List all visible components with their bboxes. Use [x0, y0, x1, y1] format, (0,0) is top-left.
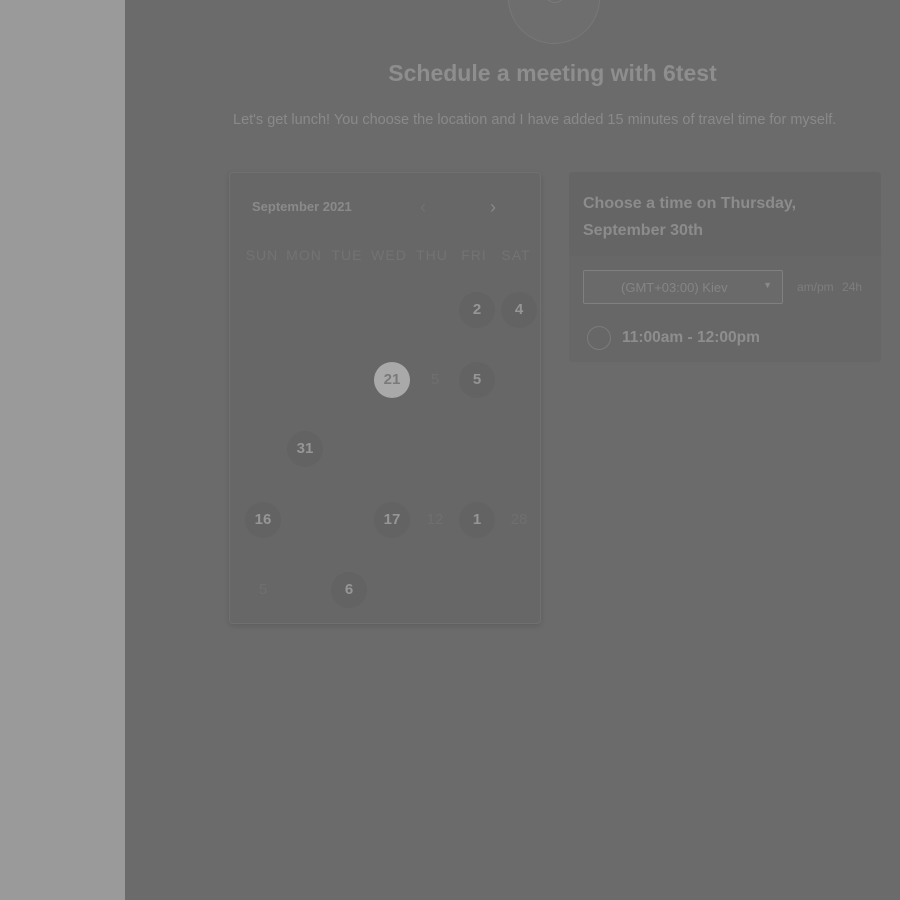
- day-button[interactable]: 16: [245, 502, 281, 538]
- month-label: September 2021: [252, 199, 352, 214]
- timezone-value: (GMT+03:00) Kiev: [621, 280, 728, 295]
- day-button[interactable]: 1: [459, 502, 495, 538]
- time-slot[interactable]: 11:00am - 12:00pm: [585, 326, 875, 352]
- day-cell: 5: [430, 371, 440, 388]
- day-button[interactable]: 31: [287, 431, 323, 467]
- times-header: Choose a time on Thursday, September 30t…: [569, 172, 881, 256]
- timezone-select[interactable]: (GMT+03:00) Kiev ▼: [583, 270, 783, 304]
- time-slot-label: 11:00am - 12:00pm: [622, 329, 760, 346]
- weekday-sat: SAT: [501, 247, 531, 263]
- weekday-header: SUN MON TUE WED THU FRI SAT: [240, 247, 540, 267]
- day-button[interactable]: 2: [459, 292, 495, 328]
- day-button[interactable]: 6: [331, 572, 367, 608]
- day-cell: 28: [510, 511, 528, 528]
- day-button[interactable]: 4: [501, 292, 537, 328]
- calendar-card: September 2021 ‹ › SUN MON TUE WED THU F…: [229, 172, 541, 624]
- day-button-selected[interactable]: 21: [374, 362, 410, 398]
- day-cell: 5: [258, 581, 268, 598]
- weekday-sun: SUN: [245, 247, 279, 263]
- caret-down-icon: ▼: [763, 280, 772, 290]
- chevron-right-icon[interactable]: ›: [490, 197, 496, 218]
- format-ampm-option[interactable]: am/pm: [797, 280, 834, 294]
- radio-button[interactable]: [587, 326, 611, 350]
- scheduler-page: Schedule a meeting with 6test Let's get …: [125, 0, 900, 900]
- weekday-tue: TUE: [331, 247, 363, 263]
- time-selection-panel: Choose a time on Thursday, September 30t…: [569, 172, 881, 362]
- day-button[interactable]: 17: [374, 502, 410, 538]
- day-cell: 12: [426, 511, 444, 528]
- weekday-fri: FRI: [461, 247, 487, 263]
- avatar: [508, 0, 600, 44]
- meeting-description: Let's get lunch! You choose the location…: [233, 112, 837, 128]
- weekday-mon: MON: [286, 247, 322, 263]
- left-panel: [0, 0, 125, 900]
- weekday-wed: WED: [371, 247, 407, 263]
- avatar-icon: [545, 0, 565, 3]
- page-title: Schedule a meeting with 6test: [388, 60, 717, 86]
- format-24h-option[interactable]: 24h: [842, 280, 862, 294]
- day-button[interactable]: 5: [459, 362, 495, 398]
- times-title: Choose a time on Thursday, September 30t…: [583, 195, 797, 239]
- weekday-thu: THU: [416, 247, 448, 263]
- time-format-toggle: am/pm 24h: [797, 280, 867, 294]
- chevron-left-icon[interactable]: ‹: [420, 197, 426, 218]
